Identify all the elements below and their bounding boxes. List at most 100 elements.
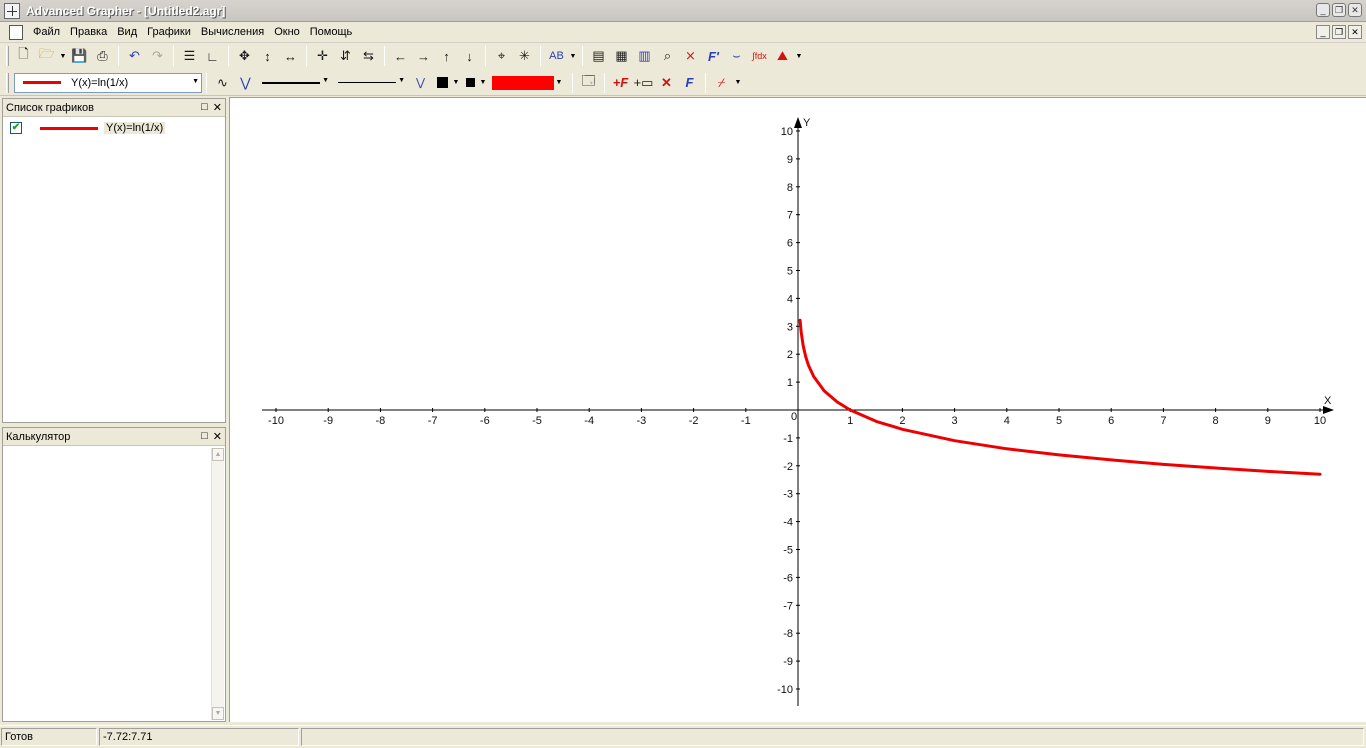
edit-function-icon[interactable]: F xyxy=(678,72,701,94)
panel-float-icon[interactable]: □ xyxy=(201,101,208,114)
zoom-in-vertical-icon[interactable]: ⇵ xyxy=(334,45,357,67)
add-function-icon[interactable]: +F xyxy=(609,72,632,94)
mdi-minimize-button[interactable]: _ xyxy=(1316,25,1330,39)
y-tick-label: -7 xyxy=(783,600,793,612)
right-arrow-icon[interactable]: → xyxy=(412,45,435,67)
title-bar: Advanced Grapher - [Untitled2.agr] _ ❐ ✕ xyxy=(0,0,1366,22)
axes-icon[interactable]: ∟ xyxy=(201,45,224,67)
marker-fill-swatch[interactable] xyxy=(437,77,448,88)
x-tick-label: -7 xyxy=(428,415,438,427)
horizontal-move-icon[interactable]: ↔ xyxy=(279,45,302,67)
derivative-curve-icon[interactable]: ⋁ xyxy=(234,72,257,94)
save-icon[interactable]: 💾 xyxy=(68,45,91,67)
new-document-icon[interactable]: 🗋 xyxy=(12,45,35,67)
line-width-preview xyxy=(338,82,396,83)
graph-list-header: Список графиков □ ✕ xyxy=(3,99,225,117)
status-state: Готов xyxy=(1,728,97,746)
toolbar-grip[interactable] xyxy=(6,46,9,66)
integral-icon[interactable]: ∫fdx xyxy=(748,45,771,67)
menu-edit[interactable]: Правка xyxy=(65,22,112,43)
marker-style-swatch[interactable] xyxy=(466,78,475,87)
graph-list-item[interactable]: ✔ Y(x)=ln(1/x) xyxy=(3,119,225,137)
minimize-button[interactable]: _ xyxy=(1316,3,1330,17)
graph-properties-icon[interactable]: 🗔 xyxy=(577,72,600,94)
app-icon xyxy=(4,2,20,19)
derivative-icon[interactable]: F' xyxy=(702,45,725,67)
line-width-chevron-icon: ▼ xyxy=(398,76,405,84)
curve-style-icon[interactable]: ∿ xyxy=(211,72,234,94)
line-width-select[interactable]: ▼ xyxy=(335,73,407,93)
y-tick-label: -6 xyxy=(783,572,793,584)
menu-file[interactable]: Файл xyxy=(28,22,65,43)
restore-button[interactable]: ❐ xyxy=(1332,3,1346,17)
x-axis-arrow xyxy=(1323,406,1334,414)
calculator-float-icon[interactable]: □ xyxy=(201,430,208,443)
open-folder-icon[interactable]: 🗁 xyxy=(35,45,58,67)
x-tick-label: -8 xyxy=(376,415,386,427)
zoom-in-icon[interactable]: ✛ xyxy=(311,45,334,67)
graph-list-icon[interactable]: ☰ xyxy=(178,45,201,67)
scroll-down-icon[interactable]: ▼ xyxy=(212,707,224,720)
down-arrow-icon[interactable]: ↓ xyxy=(458,45,481,67)
zoom-in-horizontal-icon[interactable]: ⇆ xyxy=(357,45,380,67)
left-arrow-icon[interactable]: ← xyxy=(389,45,412,67)
menu-calculations[interactable]: Вычисления xyxy=(196,22,269,43)
menu-graphs[interactable]: Графики xyxy=(142,22,196,43)
marker-fill-dropdown-icon[interactable]: ▼ xyxy=(451,79,461,86)
marker-style-dropdown-icon[interactable]: ▼ xyxy=(478,79,488,86)
undo-icon[interactable]: ↶ xyxy=(123,45,146,67)
statistics-icon[interactable]: ⛰ xyxy=(771,45,794,67)
function-curve[interactable] xyxy=(798,318,1322,476)
status-bar: Готов -7.72:7.71 xyxy=(0,725,1366,748)
mdi-restore-button[interactable]: ❐ xyxy=(1332,25,1346,39)
format-toolbar-grip[interactable] xyxy=(6,72,9,93)
fit-icon[interactable]: ✳ xyxy=(513,45,536,67)
menu-view[interactable]: Вид xyxy=(112,22,142,43)
find-value-icon[interactable]: ⌕ xyxy=(656,45,679,67)
calculator-close-icon[interactable]: ✕ xyxy=(213,430,222,443)
text-label-icon[interactable]: AB xyxy=(545,45,568,67)
text-dropdown-icon[interactable]: ▼ xyxy=(568,53,578,60)
move-icon[interactable]: ✥ xyxy=(233,45,256,67)
redo-icon[interactable]: ↷ xyxy=(146,45,169,67)
calculator-scrollbar[interactable]: ▲ ▼ xyxy=(211,448,224,720)
y-tick-label: -10 xyxy=(777,684,793,696)
trace-dropdown-icon[interactable]: ▼ xyxy=(733,79,743,86)
menu-window[interactable]: Окно xyxy=(269,22,305,43)
menu-help[interactable]: Помощь xyxy=(305,22,358,43)
delete-graph-icon[interactable]: ✕ xyxy=(655,72,678,94)
status-coords: -7.72:7.71 xyxy=(99,728,299,746)
document-icon[interactable] xyxy=(9,24,23,40)
scroll-up-icon[interactable]: ▲ xyxy=(212,448,224,461)
tangent-icon[interactable]: ⌣ xyxy=(725,45,748,67)
open-dropdown-icon[interactable]: ▼ xyxy=(58,53,68,60)
graph-visible-checkbox[interactable]: ✔ xyxy=(10,122,22,134)
x-tick-label: 6 xyxy=(1108,415,1114,427)
calculator-icon[interactable]: ▦ xyxy=(610,45,633,67)
add-table-icon[interactable]: +▭ xyxy=(632,72,655,94)
intersection-icon[interactable]: ⨯ xyxy=(679,45,702,67)
trace-icon[interactable]: ⌿ xyxy=(710,72,733,94)
x-tick-label: -9 xyxy=(323,415,333,427)
mdi-close-button[interactable]: ✕ xyxy=(1348,25,1362,39)
graph-canvas[interactable]: X Y 0 -10 -9 -8 -7 -6 -5 -4 -3 -2 -1 1 2 3 4 5 6 7 8 9 10 -1… xyxy=(229,97,1366,722)
line-style-select[interactable]: ▼ xyxy=(259,73,331,93)
up-arrow-icon[interactable]: ↑ xyxy=(435,45,458,67)
calculator-panel: Калькулятор □ ✕ ▲ ▼ xyxy=(2,427,226,722)
y-axis-arrow xyxy=(794,117,802,128)
table-icon[interactable]: ▥ xyxy=(633,45,656,67)
function-select[interactable]: Y(x)=ln(1/x) ▼ xyxy=(14,72,202,93)
panel-close-icon[interactable]: ✕ xyxy=(213,101,222,114)
close-button[interactable]: ✕ xyxy=(1348,3,1362,17)
color-select[interactable]: ▼ xyxy=(492,74,568,92)
x-tick-label: 8 xyxy=(1213,415,1219,427)
crosshair-icon[interactable]: ⌖ xyxy=(490,45,513,67)
print-icon[interactable]: ⎙ xyxy=(91,45,114,67)
point-style-icon[interactable]: ⋁ xyxy=(409,72,432,94)
document-properties-icon[interactable]: ▤ xyxy=(587,45,610,67)
graph-svg[interactable]: X Y 0 -10 -9 -8 -7 -6 -5 -4 -3 -2 -1 1 2 3 4 5 6 7 8 9 10 -1… xyxy=(230,98,1366,723)
vertical-move-icon[interactable]: ↕ xyxy=(256,45,279,67)
statistics-dropdown-icon[interactable]: ▼ xyxy=(794,53,804,60)
x-tick-label: 9 xyxy=(1265,415,1271,427)
y-tick-label: 8 xyxy=(787,182,793,194)
